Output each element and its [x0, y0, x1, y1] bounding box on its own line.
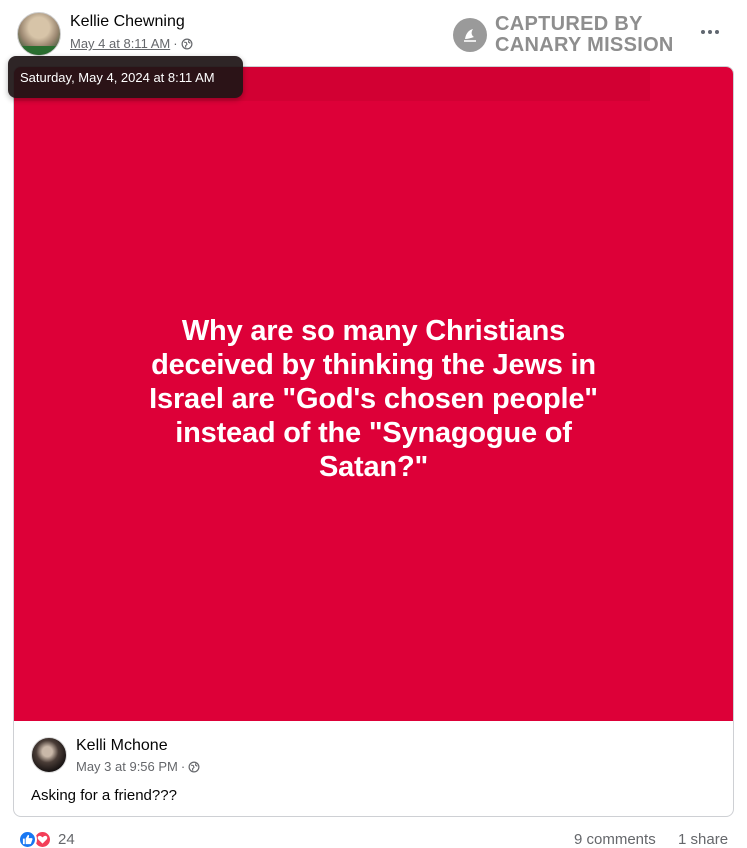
original-author-name[interactable]: Kelli Mchone — [76, 737, 168, 755]
avatar[interactable] — [17, 12, 61, 56]
original-post-meta: May 3 at 9:56 PM · — [76, 759, 200, 774]
globe-icon — [188, 761, 200, 772]
watermark-line1: CAPTURED BY — [495, 13, 643, 35]
post-header: Kellie Chewning May 4 at 8:11 AM · CAPTU… — [0, 0, 747, 64]
reaction-count: 24 — [58, 831, 75, 848]
original-post-caption: Asking for a friend??? — [31, 787, 177, 804]
dot-icon — [708, 30, 712, 34]
like-icon — [18, 830, 37, 848]
shares-link[interactable]: 1 share — [678, 831, 728, 848]
timestamp-tooltip: Saturday, May 4, 2024 at 8:11 AM — [8, 56, 243, 98]
post-footer: 24 9 comments 1 share — [0, 826, 747, 848]
reactions-summary[interactable]: 24 — [18, 830, 75, 848]
canary-logo-icon — [453, 18, 487, 52]
watermark: CAPTURED BY CANARY MISSION — [453, 14, 674, 56]
post-timestamp[interactable]: May 4 at 8:11 AM — [70, 36, 170, 51]
watermark-line2: CANARY MISSION — [495, 34, 674, 56]
shared-post-card[interactable]: Why are so many Christians deceived by t… — [13, 66, 734, 817]
author-name[interactable]: Kellie Chewning — [70, 13, 185, 31]
post-image[interactable]: Why are so many Christians deceived by t… — [14, 67, 733, 721]
dot-icon — [701, 30, 705, 34]
original-author-avatar[interactable] — [31, 737, 67, 773]
comments-link[interactable]: 9 comments — [574, 831, 656, 848]
dot-icon — [715, 30, 719, 34]
watermark-text: CAPTURED BY CANARY MISSION — [495, 14, 674, 56]
meta-separator: · — [173, 36, 178, 51]
original-post-timestamp[interactable]: May 3 at 9:56 PM — [76, 759, 178, 774]
image-text: Why are so many Christians deceived by t… — [149, 315, 598, 483]
post-meta: May 4 at 8:11 AM · — [70, 36, 193, 51]
more-options-button[interactable] — [696, 18, 724, 46]
globe-icon — [181, 38, 193, 49]
meta-separator: · — [180, 759, 186, 774]
